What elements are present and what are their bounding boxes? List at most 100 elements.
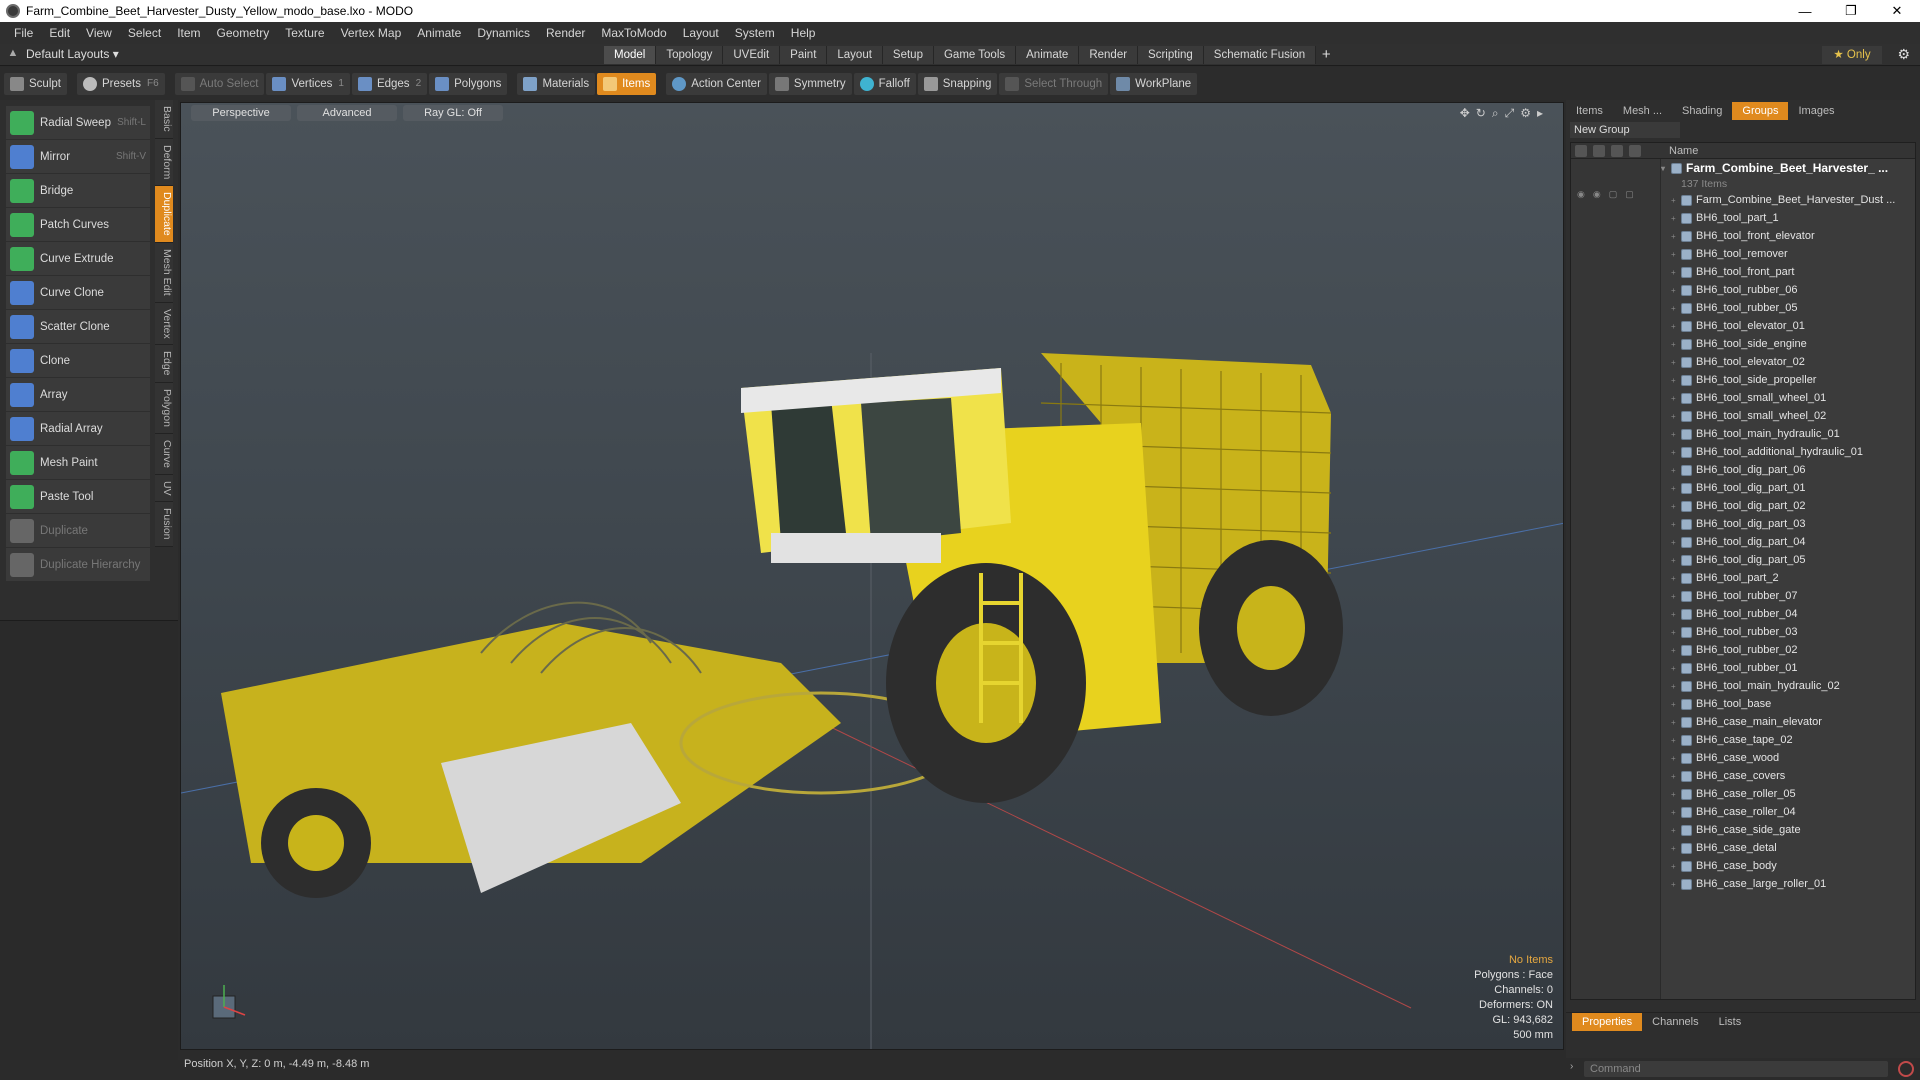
list-item[interactable]: + BH6_tool_rubber_02 bbox=[1661, 641, 1915, 659]
list-item[interactable]: + BH6_tool_small_wheel_02 bbox=[1661, 407, 1915, 425]
list-item[interactable]: + BH6_case_main_elevator bbox=[1661, 713, 1915, 731]
close-button[interactable]: ✕ bbox=[1874, 0, 1920, 22]
workplane-button[interactable]: WorkPlane bbox=[1110, 72, 1198, 95]
expand-icon[interactable]: + bbox=[1671, 358, 1681, 367]
vertices-button[interactable]: Vertices 1 bbox=[266, 72, 350, 95]
vtab-polygon[interactable]: Polygon bbox=[155, 382, 173, 434]
render-icon[interactable] bbox=[1593, 144, 1605, 157]
expand-icon[interactable]: + bbox=[1671, 538, 1681, 547]
panel-tab-items[interactable]: Items bbox=[1566, 102, 1613, 120]
expand-icon[interactable]: + bbox=[1671, 412, 1681, 421]
list-item[interactable]: + BH6_tool_additional_hydraulic_01 bbox=[1661, 443, 1915, 461]
tab-topology[interactable]: Topology bbox=[656, 46, 724, 64]
tool-duplicate-hierarchy[interactable]: Duplicate Hierarchy bbox=[6, 548, 150, 581]
list-item[interactable]: + BH6_tool_dig_part_05 bbox=[1661, 551, 1915, 569]
tab-schematic-fusion[interactable]: Schematic Fusion bbox=[1203, 46, 1317, 64]
list-item[interactable]: + BH6_case_large_roller_01 bbox=[1661, 875, 1915, 893]
expand-icon[interactable]: + bbox=[1671, 772, 1681, 781]
tool-radial-array[interactable]: Radial Array bbox=[6, 412, 150, 445]
vtab-fusion[interactable]: Fusion bbox=[155, 502, 173, 547]
vtab-deform[interactable]: Deform bbox=[155, 138, 173, 187]
menu-file[interactable]: File bbox=[6, 26, 41, 40]
list-item[interactable]: + BH6_case_detal bbox=[1661, 839, 1915, 857]
expand-icon[interactable]: + bbox=[1671, 430, 1681, 439]
tab-render[interactable]: Render bbox=[1079, 46, 1139, 64]
list-item[interactable]: + BH6_tool_rubber_07 bbox=[1661, 587, 1915, 605]
vtab-duplicate[interactable]: Duplicate bbox=[155, 186, 173, 243]
menu-geometry[interactable]: Geometry bbox=[209, 26, 278, 40]
polygons-button[interactable]: Polygons bbox=[429, 72, 508, 95]
expand-icon[interactable]: + bbox=[1671, 376, 1681, 385]
expand-icon[interactable]: + bbox=[1671, 268, 1681, 277]
tool-patch-curves[interactable]: Patch Curves bbox=[6, 208, 150, 241]
add-tab-button[interactable]: + bbox=[1316, 46, 1336, 64]
list-item[interactable]: + BH6_tool_part_2 bbox=[1661, 569, 1915, 587]
list-item[interactable]: + Farm_Combine_Beet_Harvester_Dust ... bbox=[1661, 191, 1915, 209]
vtab-mesh-edit[interactable]: Mesh Edit bbox=[155, 242, 173, 303]
expand-icon[interactable]: + bbox=[1671, 196, 1681, 205]
default-layouts-dropdown[interactable]: ▲ Default Layouts ▾ bbox=[6, 47, 119, 61]
command-input[interactable]: Command bbox=[1584, 1061, 1888, 1077]
list-item[interactable]: + BH6_tool_rubber_03 bbox=[1661, 623, 1915, 641]
menu-render[interactable]: Render bbox=[538, 26, 593, 40]
list-item[interactable]: + BH6_tool_elevator_01 bbox=[1661, 317, 1915, 335]
record-icon[interactable] bbox=[1898, 1061, 1914, 1077]
bottom-tab-channels[interactable]: Channels bbox=[1642, 1013, 1708, 1031]
expand-icon[interactable]: + bbox=[1671, 322, 1681, 331]
panel-tab-shading[interactable]: Shading bbox=[1672, 102, 1732, 120]
action-center-button[interactable]: Action Center bbox=[666, 72, 767, 95]
select-icon[interactable] bbox=[1629, 144, 1641, 157]
list-item[interactable]: + BH6_tool_front_part bbox=[1661, 263, 1915, 281]
maximize-button[interactable]: ❐ bbox=[1828, 0, 1874, 22]
list-item[interactable]: + BH6_tool_main_hydraulic_01 bbox=[1661, 425, 1915, 443]
expand-icon[interactable]: + bbox=[1671, 808, 1681, 817]
list-item[interactable]: + BH6_case_side_gate bbox=[1661, 821, 1915, 839]
items-button[interactable]: Items bbox=[597, 72, 657, 95]
bottom-tab-properties[interactable]: Properties bbox=[1572, 1012, 1643, 1031]
menu-layout[interactable]: Layout bbox=[675, 26, 727, 40]
vtab-vertex[interactable]: Vertex bbox=[155, 302, 173, 346]
group-visibility-toggles[interactable]: ◉ ◉ ▢ ▢ bbox=[1577, 189, 1645, 200]
list-item[interactable]: + BH6_tool_rubber_06 bbox=[1661, 281, 1915, 299]
expand-icon[interactable]: + bbox=[1671, 880, 1681, 889]
tool-radial-sweep[interactable]: Radial Sweep Shift-L bbox=[6, 106, 150, 139]
expand-icon[interactable]: + bbox=[1671, 304, 1681, 313]
list-item[interactable]: + BH6_tool_side_engine bbox=[1661, 335, 1915, 353]
edges-button[interactable]: Edges 2 bbox=[351, 72, 428, 95]
list-item[interactable]: + BH6_tool_dig_part_01 bbox=[1661, 479, 1915, 497]
expand-icon[interactable]: + bbox=[1671, 682, 1681, 691]
3d-viewport[interactable]: Perspective Advanced Ray GL: Off ✥ ↻ ⌕ ⤢… bbox=[180, 102, 1564, 1050]
list-item[interactable]: + BH6_tool_side_propeller bbox=[1661, 371, 1915, 389]
expand-icon[interactable]: + bbox=[1671, 700, 1681, 709]
group-row[interactable]: ▾ Farm_Combine_Beet_Harvester_ ... bbox=[1661, 159, 1915, 177]
list-item[interactable]: + BH6_case_tape_02 bbox=[1661, 731, 1915, 749]
symmetry-button[interactable]: Symmetry bbox=[768, 72, 852, 95]
expand-icon[interactable]: + bbox=[1671, 484, 1681, 493]
panel-tab-mesh-[interactable]: Mesh ... bbox=[1613, 102, 1672, 120]
materials-button[interactable]: Materials bbox=[517, 72, 596, 95]
minimize-button[interactable]: — bbox=[1782, 0, 1828, 22]
only-toggle[interactable]: ★ Only bbox=[1822, 46, 1882, 64]
tool-clone[interactable]: Clone bbox=[6, 344, 150, 377]
auto-select-button[interactable]: Auto Select bbox=[174, 72, 265, 95]
list-item[interactable]: + BH6_tool_dig_part_03 bbox=[1661, 515, 1915, 533]
expand-icon[interactable]: + bbox=[1671, 448, 1681, 457]
list-item[interactable]: + BH6_tool_part_1 bbox=[1661, 209, 1915, 227]
expand-icon[interactable]: + bbox=[1671, 844, 1681, 853]
list-item[interactable]: + BH6_tool_small_wheel_01 bbox=[1661, 389, 1915, 407]
sculpt-button[interactable]: Sculpt bbox=[4, 72, 67, 95]
expand-icon[interactable]: + bbox=[1671, 250, 1681, 259]
menu-item[interactable]: Item bbox=[169, 26, 208, 40]
expand-icon[interactable]: + bbox=[1671, 592, 1681, 601]
list-item[interactable]: + BH6_tool_base bbox=[1661, 695, 1915, 713]
expand-icon[interactable]: + bbox=[1671, 340, 1681, 349]
eye-icon[interactable] bbox=[1575, 144, 1587, 157]
expand-icon[interactable]: + bbox=[1671, 466, 1681, 475]
expand-icon[interactable]: + bbox=[1671, 232, 1681, 241]
expand-icon[interactable]: + bbox=[1671, 574, 1681, 583]
expand-icon[interactable]: + bbox=[1671, 736, 1681, 745]
list-item[interactable]: + BH6_tool_rubber_04 bbox=[1661, 605, 1915, 623]
menu-animate[interactable]: Animate bbox=[409, 26, 469, 40]
bottom-tab-lists[interactable]: Lists bbox=[1709, 1013, 1752, 1031]
list-item[interactable]: + BH6_tool_dig_part_04 bbox=[1661, 533, 1915, 551]
